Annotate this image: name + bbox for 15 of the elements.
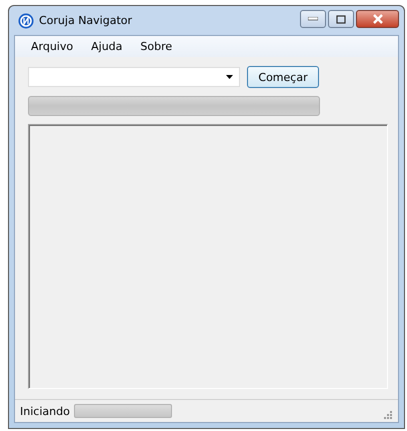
start-button[interactable]: Começar	[247, 66, 319, 88]
app-logo-icon	[18, 12, 34, 28]
menu-item[interactable]: Arquivo	[31, 40, 74, 53]
menu-item[interactable]: Sobre	[140, 40, 172, 53]
resize-grip-icon[interactable]	[384, 411, 392, 419]
dropdown-arrow-icon	[226, 75, 233, 79]
maximize-button[interactable]	[328, 10, 354, 28]
minimize-button[interactable]	[300, 10, 326, 28]
close-button[interactable]	[356, 10, 399, 28]
minimize-icon	[308, 17, 318, 21]
window-title: Coruja Navigator	[39, 14, 132, 27]
close-icon	[372, 14, 384, 24]
status-text: Iniciando	[20, 404, 70, 418]
menu-item[interactable]: Ajuda	[91, 40, 122, 53]
maximize-icon	[336, 14, 346, 24]
